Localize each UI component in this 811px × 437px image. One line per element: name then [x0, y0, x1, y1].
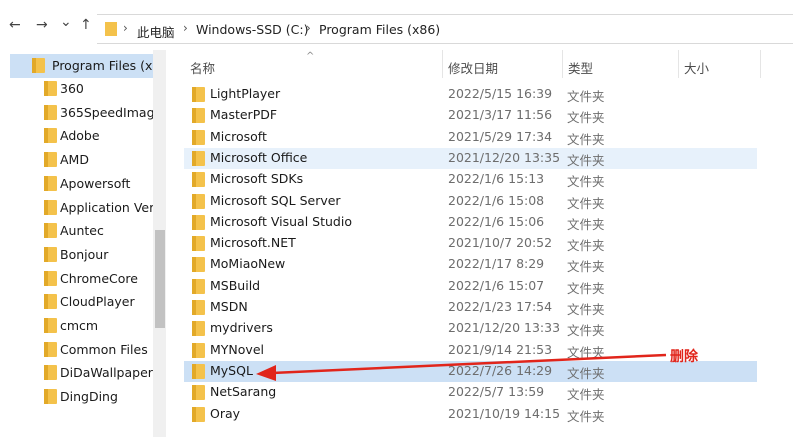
annotation-arrow-head — [256, 365, 276, 381]
annotation-label-delete: 删除 — [670, 349, 698, 365]
annotation-overlay — [256, 353, 667, 381]
annotation-arrow-line — [271, 353, 667, 375]
